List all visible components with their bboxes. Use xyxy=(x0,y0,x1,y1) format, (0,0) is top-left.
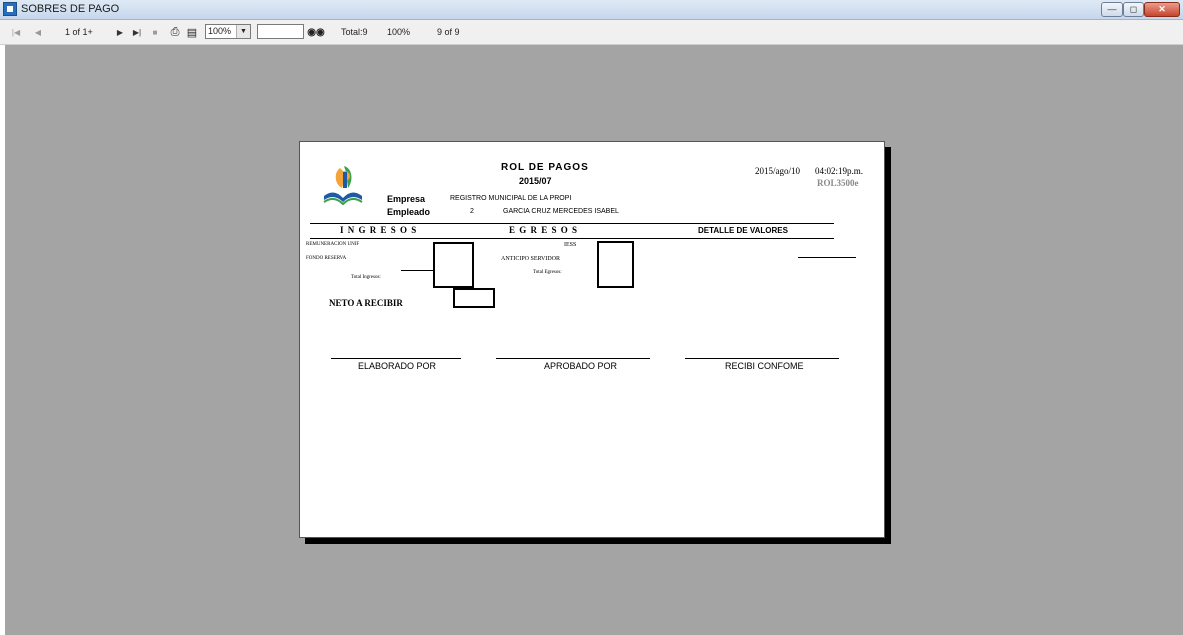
first-page-icon[interactable]: |◀ xyxy=(9,24,23,40)
empresa-label: Empresa xyxy=(387,194,426,204)
title-bar: SOBRES DE PAGO — ◻ ✕ xyxy=(0,0,1183,20)
empleado-label: Empleado xyxy=(387,207,431,217)
report-title: ROL DE PAGOS xyxy=(501,162,589,173)
last-page-icon[interactable]: ▶| xyxy=(130,24,144,40)
report-date: 2015/ago/10 xyxy=(755,166,800,176)
close-button[interactable]: ✕ xyxy=(1144,2,1180,17)
report-page: ROL DE PAGOS 2015/07 2015/ago/10 04:02:1… xyxy=(299,141,885,538)
report-period: 2015/07 xyxy=(519,176,552,186)
empleado-name: GARCIA CRUZ MERCEDES ISABEL xyxy=(503,208,619,215)
window-title: SOBRES DE PAGO xyxy=(21,3,120,15)
previous-page-icon[interactable]: ◀ xyxy=(31,24,45,40)
page-indicator: 1 of 1+ xyxy=(65,27,93,37)
export-icon[interactable]: ▤ xyxy=(185,24,199,40)
signature-line xyxy=(331,358,461,359)
maximize-button[interactable]: ◻ xyxy=(1123,2,1144,17)
report-code: ROL3500e xyxy=(817,178,859,188)
empresa-value: REGISTRO MUNICIPAL DE LA PROPI xyxy=(450,195,572,202)
signature-label: RECIBI CONFOME xyxy=(725,361,804,371)
ingreso-item: FONDO RESERVA xyxy=(306,256,347,261)
egresos-header: E G R E S O S xyxy=(509,225,579,235)
find-binoculars-icon[interactable]: ◉◉ xyxy=(307,24,324,40)
record-indicator: 9 of 9 xyxy=(437,27,460,37)
egreso-item: IESS xyxy=(564,242,577,248)
report-toolbar: |◀ ◀ 1 of 1+ ▶ ▶| ■ ⎙ ▤ 100% ▼ ◉◉ Total:… xyxy=(0,20,1183,45)
zoom-value: 100% xyxy=(208,26,232,36)
ingresos-header: I N G R E S O S xyxy=(340,225,418,235)
search-input[interactable] xyxy=(257,24,304,39)
print-icon[interactable]: ⎙ xyxy=(168,24,182,40)
total-egresos-label: Total Egresos: xyxy=(533,270,562,275)
report-time: 04:02:19p.m. xyxy=(815,166,864,176)
app-icon xyxy=(3,2,17,16)
chevron-down-icon[interactable]: ▼ xyxy=(236,25,250,38)
ingresos-total-rule xyxy=(401,270,435,271)
ingreso-item: REMUNERACION UNIF xyxy=(306,242,360,247)
header-rule-top xyxy=(310,223,834,224)
ingresos-value-box xyxy=(433,242,474,288)
egreso-item: ANTICIPO SERVIDOR xyxy=(501,256,561,262)
signature-line xyxy=(496,358,650,359)
signature-line xyxy=(685,358,839,359)
header-rule-bottom xyxy=(310,238,834,239)
next-page-icon[interactable]: ▶ xyxy=(113,24,127,40)
zoom-percent: 100% xyxy=(387,27,411,37)
total-ingresos-label: Total Ingresos: xyxy=(351,275,381,280)
detalle-header: DETALLE DE VALORES xyxy=(698,226,788,235)
detalle-rule xyxy=(798,257,856,258)
total-count: Total:9 xyxy=(341,27,368,37)
neto-value-box xyxy=(453,288,495,308)
empleado-id: 2 xyxy=(470,208,474,215)
company-logo-icon xyxy=(323,166,363,206)
minimize-button[interactable]: — xyxy=(1101,2,1123,17)
signature-label: ELABORADO POR xyxy=(358,361,437,371)
stop-icon[interactable]: ■ xyxy=(148,24,162,40)
signature-label: APROBADO POR xyxy=(544,361,618,371)
zoom-select[interactable]: 100% ▼ xyxy=(205,24,251,39)
neto-label: NETO A RECIBIR xyxy=(329,298,403,308)
egresos-value-box xyxy=(597,241,634,288)
